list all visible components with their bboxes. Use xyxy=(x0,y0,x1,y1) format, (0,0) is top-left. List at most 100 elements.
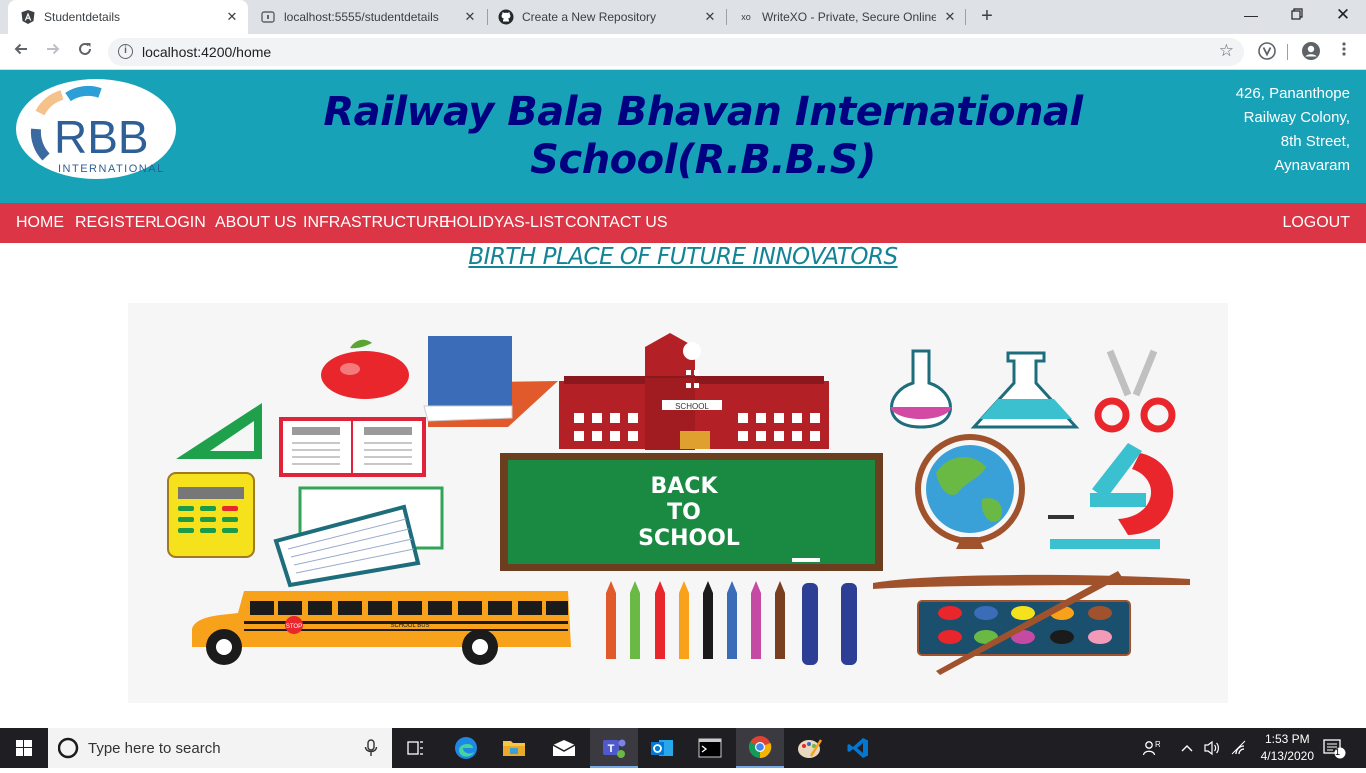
svg-text:R: R xyxy=(1155,740,1160,749)
tagline: BIRTH PLACE OF FUTURE INNOVATORS xyxy=(468,244,898,270)
scissors-icon xyxy=(1094,349,1176,433)
tab-create-repository[interactable]: Create a New Repository ✕ xyxy=(490,0,726,34)
building-sign: SCHOOL xyxy=(675,402,709,411)
school-logo[interactable]: RBB INTERNATIONAL xyxy=(16,79,176,179)
terminal-app[interactable] xyxy=(686,728,734,768)
nav-register[interactable]: REGISTER xyxy=(75,214,157,232)
vivaldi-extension-icon xyxy=(1258,42,1276,60)
system-clock[interactable]: 1:53 PM 4/13/2020 xyxy=(1261,731,1314,765)
set-square-icon xyxy=(176,403,262,459)
tab-title: localhost:5555/studentdetails xyxy=(284,10,439,24)
people-button[interactable]: R xyxy=(1142,728,1160,768)
site-info-icon[interactable]: i xyxy=(118,44,133,59)
mail-app[interactable] xyxy=(540,728,588,768)
paint-app[interactable] xyxy=(786,728,834,768)
reload-icon xyxy=(79,42,91,55)
nav-holidays-list[interactable]: HOLIDYAS-LIST xyxy=(445,214,564,232)
mail-icon xyxy=(552,740,576,756)
address-line: Railway Colony, xyxy=(1243,109,1350,126)
tab-divider xyxy=(965,9,966,25)
github-icon xyxy=(498,9,514,25)
tab-writexo[interactable]: xo WriteXO - Private, Secure Online ✕ xyxy=(730,0,966,34)
back-to-school-illustration: SCHOOL BACK TO SCHOOL STOP SCHOOL BUS xyxy=(167,333,1190,675)
outlook-app[interactable] xyxy=(638,728,686,768)
conical-flask-icon xyxy=(970,351,1080,429)
bookmark-star-icon[interactable]: ☆ xyxy=(1219,41,1234,61)
colored-pencils-icon xyxy=(606,581,857,665)
logout-link[interactable]: LOGOUT xyxy=(1282,214,1350,232)
task-view-button[interactable] xyxy=(392,728,440,768)
address-line: 426, Pananthope xyxy=(1235,85,1350,102)
title-line-2: School(R.B.B.S) xyxy=(530,137,876,183)
school-title: Railway Bala Bhavan International School… xyxy=(320,88,1086,184)
notifications-icon xyxy=(1323,739,1346,759)
bus-label: SCHOOL BUS xyxy=(390,623,429,629)
nav-login[interactable]: LOGIN xyxy=(156,214,206,232)
cortana-circle-icon xyxy=(58,737,79,759)
file-explorer-app[interactable] xyxy=(490,728,538,768)
open-book-icon xyxy=(279,417,426,477)
site-header: RBB INTERNATIONAL Railway Bala Bhavan In… xyxy=(0,70,1366,203)
paint-palette-icon xyxy=(873,571,1190,675)
logo-subtext: INTERNATIONAL xyxy=(58,163,165,175)
board-line-3: SCHOOL xyxy=(638,526,740,551)
page-icon xyxy=(260,9,276,25)
folder-icon xyxy=(503,741,525,756)
tab-studentdetails[interactable]: Studentdetails ✕ xyxy=(8,0,248,34)
address-line: 8th Street, xyxy=(1280,133,1350,150)
close-window-button[interactable]: ✕ xyxy=(1320,0,1366,30)
notebook-icon xyxy=(273,486,444,588)
profile-button[interactable] xyxy=(1300,41,1322,63)
taskbar-search-box[interactable]: Type here to search xyxy=(48,728,392,768)
outlook-icon xyxy=(651,740,673,756)
teams-app[interactable]: T xyxy=(590,728,638,768)
start-button[interactable] xyxy=(0,728,48,768)
browser-menu-button[interactable] xyxy=(1333,41,1355,63)
edge-app[interactable] xyxy=(442,728,490,768)
people-icon: R xyxy=(1142,740,1160,756)
windows-taskbar: Type here to search T R 1:53 PM 4/13/202… xyxy=(0,728,1366,768)
nav-contact-us[interactable]: CONTACT US xyxy=(565,214,668,232)
tab-divider xyxy=(487,9,488,25)
calculator-icon xyxy=(167,472,255,558)
nav-home[interactable]: HOME xyxy=(16,214,64,232)
paint-icon xyxy=(798,739,823,758)
extension-button[interactable] xyxy=(1256,41,1278,63)
tab-localhost-5555[interactable]: localhost:5555/studentdetails ✕ xyxy=(250,0,486,34)
tab-title: Studentdetails xyxy=(44,10,121,24)
tab-divider xyxy=(726,9,727,25)
speaker-icon xyxy=(1204,740,1219,756)
action-center-button[interactable]: 1 xyxy=(1322,728,1346,768)
browser-tab-bar: Studentdetails ✕ localhost:5555/studentd… xyxy=(0,0,1366,34)
board-line-1: BACK xyxy=(651,474,719,499)
reload-button[interactable] xyxy=(74,41,96,63)
close-tab-icon[interactable]: ✕ xyxy=(702,9,718,25)
back-button[interactable] xyxy=(10,41,32,63)
browser-toolbar: i localhost:4200/home ☆ xyxy=(0,34,1366,70)
restore-button[interactable] xyxy=(1274,0,1320,30)
teams-icon: T xyxy=(603,739,626,758)
title-line-1: Railway Bala Bhavan International xyxy=(323,89,1083,135)
new-tab-button[interactable]: + xyxy=(976,5,998,27)
nav-infrastructure[interactable]: INFRASTRUCTURE xyxy=(303,214,450,232)
address-bar[interactable]: i localhost:4200/home ☆ xyxy=(108,38,1244,66)
close-tab-icon[interactable]: ✕ xyxy=(942,9,958,25)
forward-arrow-icon xyxy=(47,43,60,55)
url-text[interactable]: localhost:4200/home xyxy=(142,44,271,60)
address-line: Aynavaram xyxy=(1274,157,1350,174)
terminal-icon xyxy=(698,738,722,758)
show-hidden-icons-button[interactable] xyxy=(1180,728,1194,768)
close-tab-icon[interactable]: ✕ xyxy=(224,9,240,25)
chrome-app[interactable] xyxy=(736,728,784,768)
volume-button[interactable] xyxy=(1203,728,1221,768)
kebab-menu-icon xyxy=(1342,42,1346,56)
nav-about-us[interactable]: ABOUT US xyxy=(215,214,297,232)
minimize-button[interactable]: — xyxy=(1228,0,1274,30)
microphone-icon[interactable] xyxy=(364,739,378,757)
forward-button[interactable] xyxy=(42,41,64,63)
vscode-app[interactable] xyxy=(834,728,882,768)
close-tab-icon[interactable]: ✕ xyxy=(462,9,478,25)
school-bus-icon: STOP SCHOOL BUS xyxy=(192,591,571,665)
network-button[interactable] xyxy=(1230,728,1248,768)
notification-count: 1 xyxy=(1335,747,1341,757)
